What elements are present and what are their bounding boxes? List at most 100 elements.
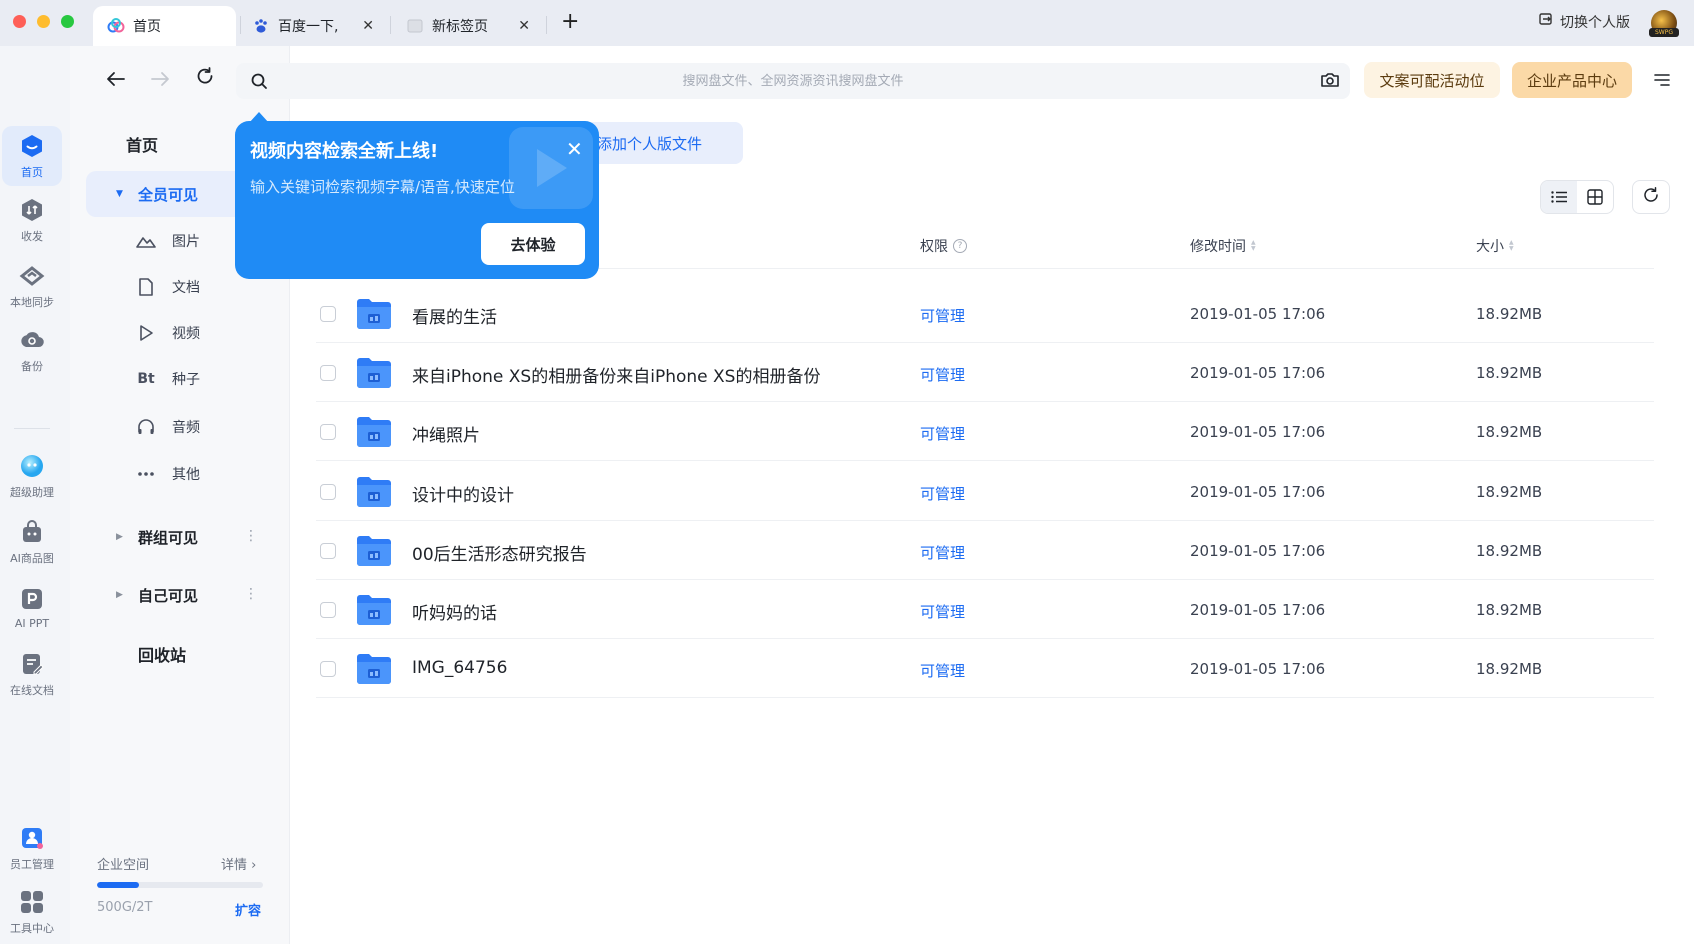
rail-item-ai-product[interactable]: AI商品图	[2, 512, 62, 572]
caret-down-icon: ▼	[116, 189, 123, 199]
window-minimize-button[interactable]	[37, 15, 50, 28]
sidebar-item-audio[interactable]: 音频	[136, 412, 200, 442]
tab-baidu[interactable]: 百度一下, ✕	[246, 6, 382, 46]
rail-item-sync[interactable]: 本地同步	[2, 256, 62, 316]
file-name[interactable]: IMG_64756	[412, 658, 507, 678]
sidebar-item-images[interactable]: 图片	[136, 226, 200, 256]
tab-new[interactable]: 新标签页 ✕	[398, 6, 538, 46]
permission-value[interactable]: 可管理	[920, 423, 965, 444]
grid-view-icon[interactable]	[1577, 181, 1613, 213]
table-row[interactable]: 设计中的设计 可管理 2019-01-05 17:06 18.92MB	[316, 462, 1654, 521]
modified-time: 2019-01-05 17:06	[1190, 364, 1326, 383]
file-name[interactable]: 听妈妈的话	[412, 599, 497, 624]
expand-storage-button[interactable]: 扩容	[235, 900, 261, 919]
table-row[interactable]: 看展的生活 可管理 2019-01-05 17:06 18.92MB	[316, 284, 1654, 343]
file-name[interactable]: 设计中的设计	[412, 481, 514, 506]
file-name[interactable]: 看展的生活	[412, 303, 497, 328]
rail-label: 备份	[21, 359, 43, 373]
table-row[interactable]: 来自iPhone XS的相册备份来自iPhone XS的相册备份 可管理 2019-…	[316, 343, 1654, 403]
add-personal-files-button[interactable]: 添加个人版文件	[580, 122, 743, 164]
tab-divider	[546, 16, 547, 34]
sidebar-title: 首页	[126, 136, 159, 155]
permission-value[interactable]: 可管理	[920, 483, 965, 504]
storage-detail-link[interactable]: 详情 ›	[221, 854, 256, 873]
more-dots-icon	[136, 464, 156, 484]
header-label: 修改时间	[1190, 239, 1246, 255]
enterprise-center-button[interactable]: 企业产品中心	[1512, 62, 1632, 98]
rail-label: AI商品图	[10, 551, 54, 565]
more-vertical-icon[interactable]: ⋮	[244, 528, 258, 544]
refresh-icon	[1643, 187, 1659, 207]
row-checkbox[interactable]	[320, 602, 336, 618]
permission-value[interactable]: 可管理	[920, 660, 965, 681]
table-row[interactable]: 00后生活形态研究报告 可管理 2019-01-05 17:06 18.92MB	[316, 521, 1654, 580]
sidebar-item-torrents[interactable]: Bt 种子	[136, 364, 200, 394]
help-icon[interactable]: ?	[953, 239, 967, 253]
table-row[interactable]: 听妈妈的话 可管理 2019-01-05 17:06 18.92MB	[316, 580, 1654, 639]
permission-value[interactable]: 可管理	[920, 542, 965, 563]
rail-label: 在线文档	[10, 683, 54, 697]
baidu-paw-icon	[252, 17, 270, 35]
switch-personal-button[interactable]: 切换个人版	[1538, 12, 1630, 32]
rail-item-transfer[interactable]: 收发	[2, 190, 62, 250]
window-zoom-button[interactable]	[61, 15, 74, 28]
close-icon[interactable]: ✕	[566, 139, 583, 159]
sidebar-item-label: 图片	[172, 234, 200, 250]
search-input[interactable]	[276, 63, 1310, 99]
sidebar-item-label: 文档	[172, 280, 200, 296]
new-tab-button[interactable]: +	[561, 9, 579, 34]
permission-value[interactable]: 可管理	[920, 601, 965, 622]
rail-item-online-doc[interactable]: 在线文档	[2, 644, 62, 704]
back-button[interactable]	[106, 68, 126, 92]
rail-item-backup[interactable]: 备份	[2, 320, 62, 380]
sidebar-item-docs[interactable]: 文档	[136, 272, 200, 302]
table-row[interactable]: IMG_64756 可管理 2019-01-05 17:06 18.92MB	[316, 639, 1654, 699]
sidebar-item-self-visible[interactable]: ▶ 自己可见	[86, 572, 290, 618]
file-name[interactable]: 来自iPhone XS的相册备份来自iPhone XS的相册备份	[412, 362, 820, 387]
forward-button[interactable]	[150, 68, 170, 92]
rail-item-ai-ppt[interactable]: AI PPT	[2, 578, 62, 638]
header-modified[interactable]: 修改时间 ▲ ▼	[1190, 236, 1256, 256]
row-checkbox[interactable]	[320, 542, 336, 559]
header-size[interactable]: 大小 ▲ ▼	[1476, 236, 1514, 256]
rail-item-assistant[interactable]: 超级助理	[2, 446, 62, 506]
tab-home[interactable]: 首页	[93, 6, 236, 46]
refresh-list-button[interactable]	[1632, 180, 1670, 214]
sidebar-item-group-visible[interactable]: ▶ 群组可见	[86, 514, 290, 560]
camera-icon[interactable]	[1320, 71, 1340, 93]
sidebar-item-other[interactable]: 其他	[136, 459, 200, 489]
reload-button[interactable]	[196, 66, 214, 90]
row-checkbox[interactable]	[320, 306, 336, 322]
sort-icon: ▲ ▼	[1251, 239, 1256, 252]
sidebar-item-label: 群组可见	[138, 528, 199, 547]
permission-value[interactable]: 可管理	[920, 305, 965, 326]
file-size: 18.92MB	[1476, 541, 1543, 560]
folder-icon	[356, 653, 392, 685]
close-icon[interactable]: ✕	[518, 18, 530, 34]
rail-item-home[interactable]: 首页	[2, 126, 62, 186]
rail-item-staff[interactable]: 员工管理	[2, 818, 62, 878]
try-now-button[interactable]: 去体验	[481, 223, 585, 265]
sidebar-item-recycle[interactable]: 回收站	[138, 642, 186, 666]
promo-copy-slot-button[interactable]: 文案可配活动位	[1364, 62, 1500, 98]
row-checkbox[interactable]	[320, 424, 336, 441]
rail-label: AI PPT	[14, 617, 50, 630]
permission-value[interactable]: 可管理	[920, 364, 965, 385]
folder-icon	[356, 416, 392, 448]
file-name[interactable]: 冲绳照片	[412, 421, 480, 446]
list-view-icon[interactable]	[1541, 181, 1577, 213]
menu-icon[interactable]	[1654, 72, 1670, 91]
row-checkbox[interactable]	[320, 483, 336, 500]
row-checkbox[interactable]	[320, 365, 336, 382]
sidebar-item-label: 其他	[172, 467, 200, 483]
close-icon[interactable]: ✕	[362, 18, 374, 34]
table-row[interactable]: 冲绳照片 可管理 2019-01-05 17:06 18.92MB	[316, 402, 1654, 462]
header-label: 大小	[1476, 239, 1504, 255]
modified-time: 2019-01-05 17:06	[1190, 305, 1326, 323]
window-close-button[interactable]	[13, 15, 26, 28]
more-vertical-icon[interactable]: ⋮	[244, 586, 258, 602]
file-name[interactable]: 00后生活形态研究报告	[412, 540, 587, 565]
rail-item-tools[interactable]: 工具中心	[2, 882, 62, 942]
row-checkbox[interactable]	[320, 661, 336, 678]
sidebar-item-videos[interactable]: 视频	[136, 318, 200, 348]
